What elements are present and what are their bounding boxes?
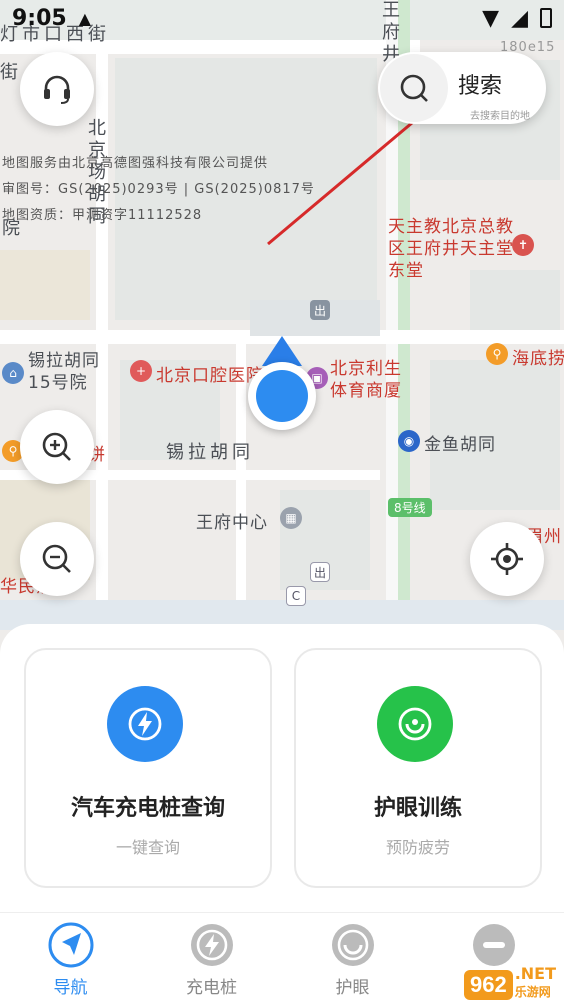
tab-charging[interactable]: 充电桩 [141, 913, 282, 1004]
tab-charging-label: 充电桩 [186, 978, 237, 998]
xila-hutong-15-label: 锡拉胡同15号院 [28, 351, 100, 393]
battery-icon [540, 8, 552, 28]
status-time: 9:05 [12, 5, 67, 31]
church-label: 天主教北京总教区王府井天主堂东堂 [388, 217, 514, 281]
sports-mall-label: 北京利生体育商厦 [330, 359, 402, 401]
profile-icon [470, 921, 518, 969]
eye-care-icon [377, 686, 453, 762]
zoom-in-button[interactable] [20, 410, 94, 484]
eye-training-title: 护眼训练 [373, 796, 462, 821]
search-subtitle: 去搜索目的地 [470, 111, 530, 122]
residence-icon: ⌂ [2, 362, 24, 384]
tab-navigation[interactable]: 导航 [0, 913, 141, 1004]
locate-me-button[interactable] [470, 522, 544, 596]
hospital-icon: + [130, 360, 152, 382]
charging-query-subtitle: 一键查询 [115, 838, 180, 857]
status-bar: 9:05 ▲ ▼ ◢ [0, 0, 564, 36]
eye-training-subtitle: 预防疲劳 [385, 838, 450, 857]
zoom-out-icon [42, 544, 71, 573]
church-icon: ✝ [512, 234, 534, 256]
map-label-yuan: 院 [2, 218, 21, 239]
customer-service-button[interactable] [20, 52, 94, 126]
bottom-tab-bar: 导航 充电桩 护眼 我的 96 [0, 912, 564, 1004]
charging-query-title: 汽车充电桩查询 [70, 796, 225, 821]
exit-icon-top: 出 [310, 300, 330, 320]
tab-eye-care[interactable]: 护眼 [282, 913, 423, 1004]
signal-icon: ◢ [511, 5, 528, 31]
search-icon [380, 54, 448, 122]
jinyu-hutong-label: 金鱼胡同 [424, 435, 496, 455]
headset-icon [44, 75, 70, 104]
navigation-icon [47, 921, 95, 969]
tab-navigation-label: 导航 [53, 978, 88, 998]
zoom-out-button[interactable] [20, 522, 94, 596]
eye-training-card[interactable]: 护眼训练 预防疲劳 [294, 648, 542, 888]
search-button[interactable]: 搜索 去搜索目的地 [378, 52, 546, 124]
zoom-in-icon [42, 432, 71, 461]
charging-icon [188, 921, 236, 969]
eye-tab-icon [329, 921, 377, 969]
charging-query-card[interactable]: 汽车充电桩查询 一键查询 [24, 648, 272, 888]
dental-hospital-label: 北京口腔医院 [156, 366, 264, 386]
tab-eye-care-label: 护眼 [335, 978, 370, 998]
notification-icon: ▲ [78, 8, 92, 28]
haidilao-label: 海底捞 [512, 349, 564, 369]
current-location-marker [248, 362, 316, 430]
watermark-suffix: .NET [514, 964, 556, 983]
charging-c-icon: C [286, 586, 306, 606]
search-title: 搜索 [458, 74, 503, 99]
street-label-left: 街 [0, 62, 19, 83]
map-copyright-1: 地图服务由北京高德图强科技有限公司提供 [2, 156, 269, 171]
exit-icon: 出 [310, 562, 330, 582]
restaurant-icon: ⚲ [486, 343, 508, 365]
crosshair-icon [491, 543, 523, 575]
watermark-number: 962 [463, 970, 513, 1000]
wifi-icon: ▼ [482, 5, 500, 31]
xila-hutong-label: 锡拉胡同 [166, 442, 254, 463]
map-copyright-3: 地图资质：甲测资字11112528 [2, 208, 203, 223]
lightning-icon [107, 686, 183, 762]
feature-panel: 汽车充电桩查询 一键查询 护眼训练 预防疲劳 [0, 624, 564, 914]
map-copyright-2: 审图号：GS(2025)0293号 | GS(2025)0817号 [2, 182, 315, 197]
office-icon: ▦ [280, 507, 302, 529]
site-watermark: 962 .NET 乐游网 [463, 964, 556, 1000]
watermark-sub: 乐游网 [514, 985, 551, 999]
line8-badge: 8号线 [388, 498, 432, 517]
metro-icon: ◉ [398, 430, 420, 452]
wfj-center-label: 王府中心 [196, 513, 268, 533]
